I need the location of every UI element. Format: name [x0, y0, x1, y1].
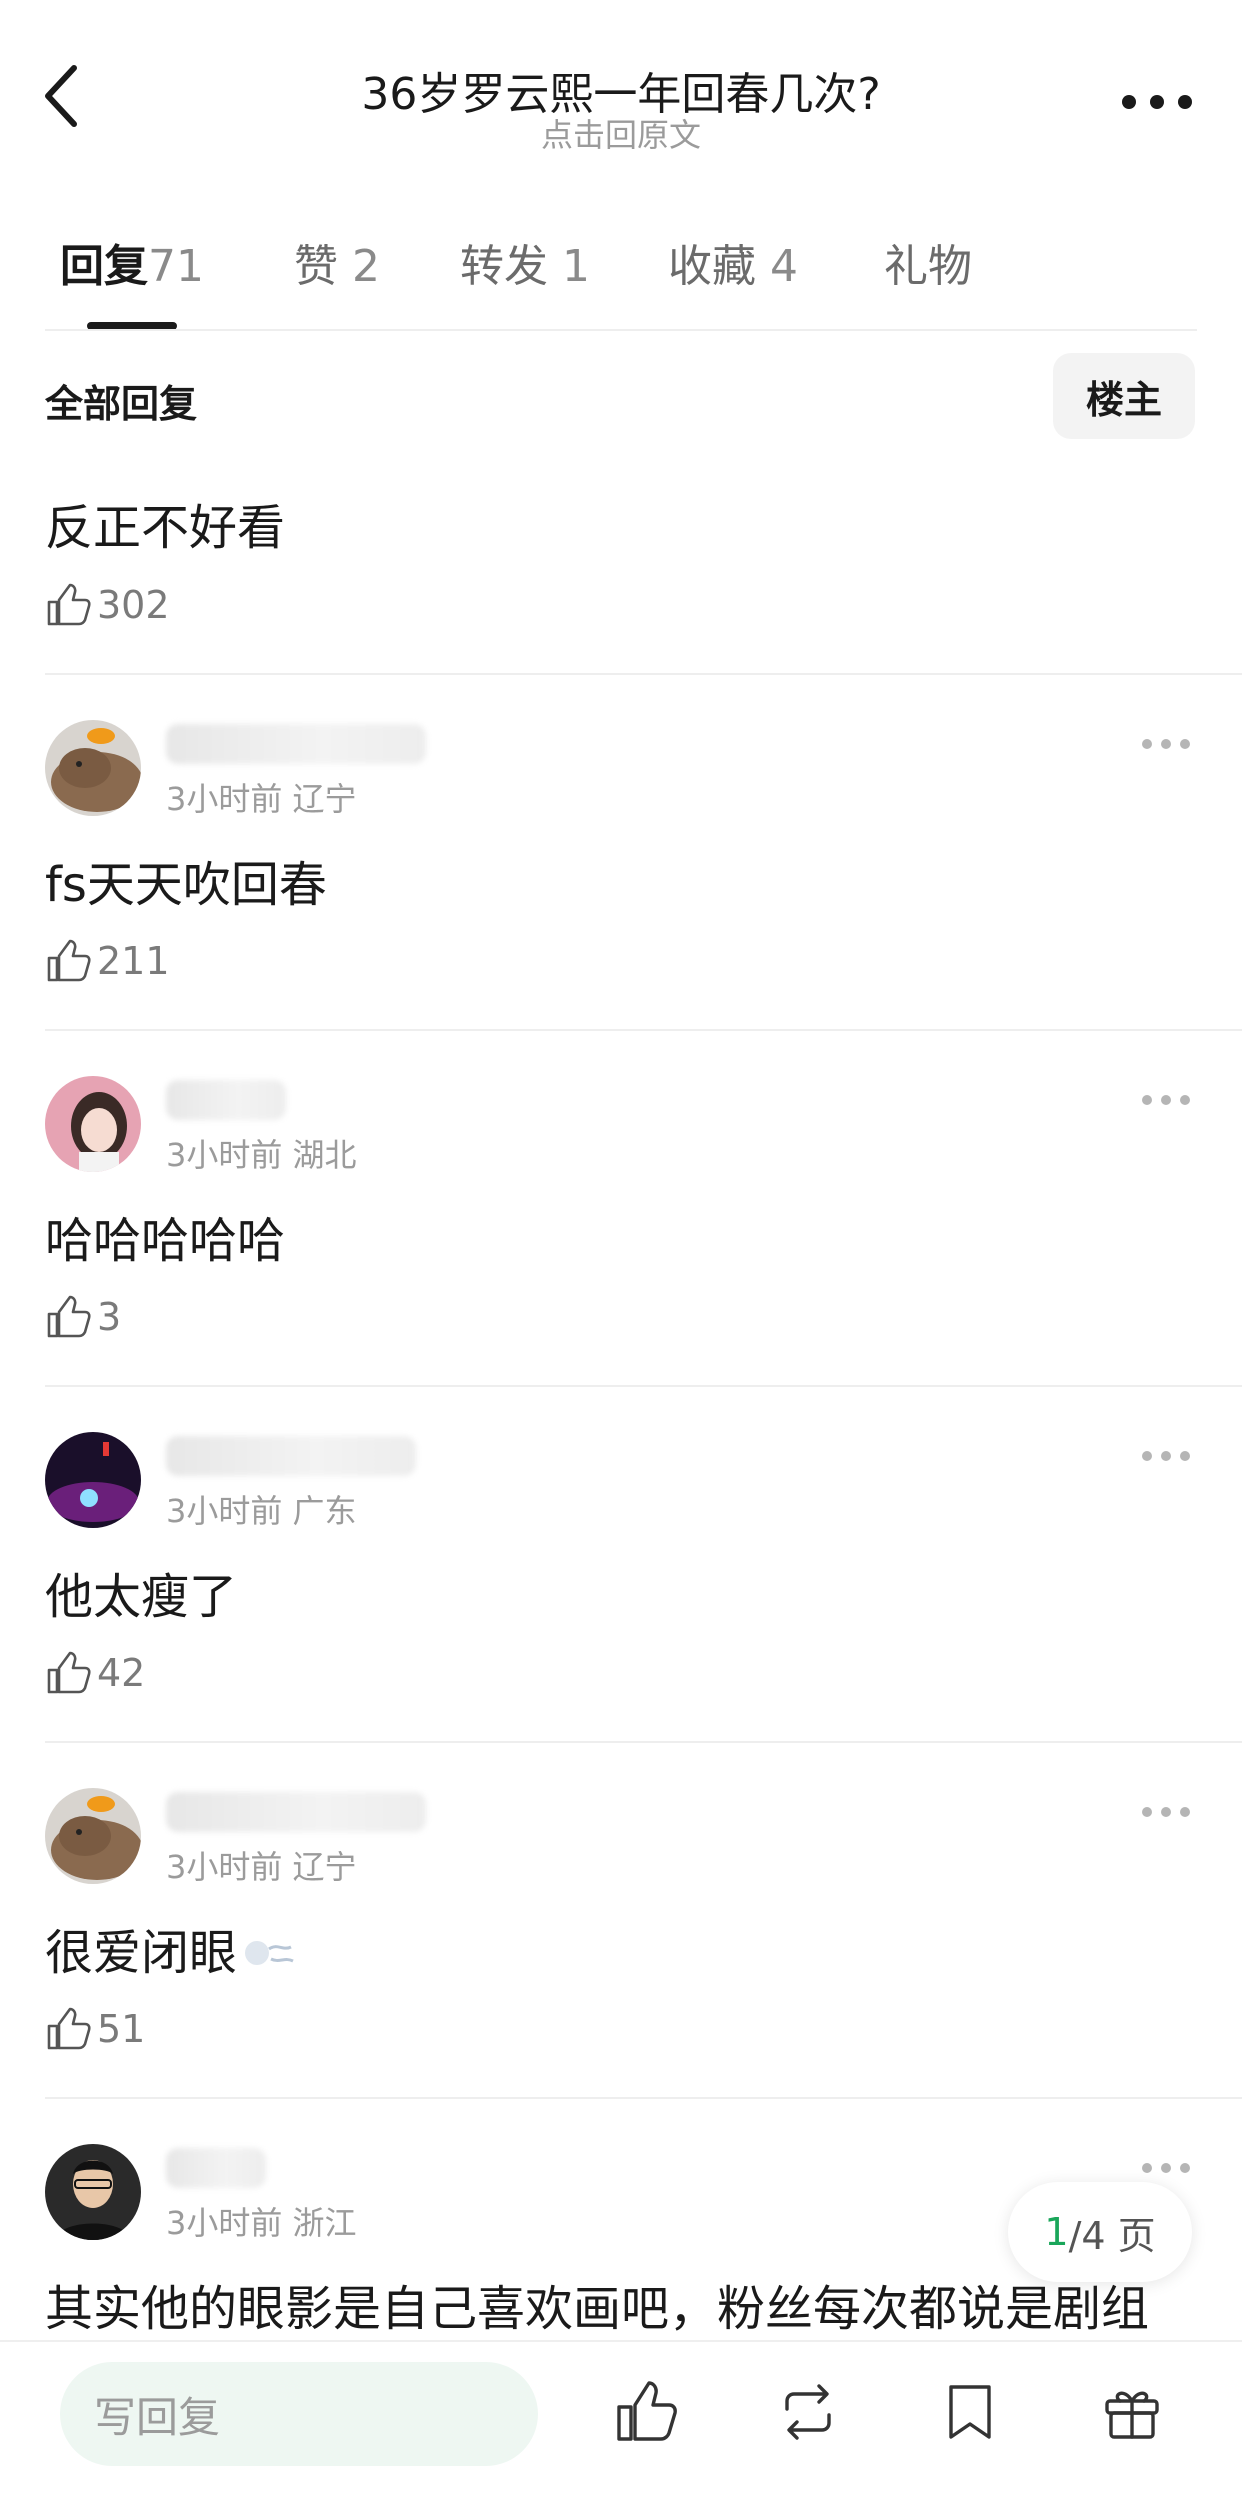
divider — [45, 1741, 1242, 1743]
like-button[interactable]: 51 — [45, 2004, 145, 2054]
dot-icon — [1150, 95, 1164, 109]
comment-more-button[interactable] — [1142, 1450, 1190, 1462]
like-action-button[interactable] — [606, 2372, 686, 2452]
repost-icon — [785, 2384, 831, 2440]
username-blurred[interactable] — [166, 1792, 426, 1832]
tab-likes[interactable]: 赞 2 — [294, 230, 380, 294]
tab-gifts[interactable]: 礼物 — [884, 230, 972, 294]
avatar[interactable] — [45, 1432, 141, 1528]
like-button[interactable]: 42 — [45, 1648, 145, 1698]
comment-text: 反正不好看 — [45, 500, 286, 556]
avatar[interactable] — [45, 720, 141, 816]
comment-text: 哈哈哈哈哈 — [45, 1213, 286, 1269]
tab-reposts[interactable]: 转发 1 — [460, 230, 590, 294]
avatar[interactable] — [45, 2144, 141, 2240]
tab-bar: 回复71 赞 2 转发 1 收藏 4 礼物 — [60, 230, 1200, 330]
comment-meta: 3小时前 辽宁 — [166, 780, 357, 818]
repost-action-button[interactable] — [768, 2372, 848, 2452]
comment-meta: 3小时前 浙江 — [166, 2204, 357, 2242]
username-blurred[interactable] — [166, 1080, 286, 1120]
thumbs-up-icon — [47, 939, 91, 982]
divider — [45, 1029, 1242, 1031]
page-indicator[interactable]: 1/4 页 — [1008, 2182, 1192, 2282]
like-button[interactable]: 302 — [45, 580, 170, 630]
like-count: 42 — [97, 1651, 146, 1695]
like-button[interactable]: 3 — [45, 1292, 121, 1342]
like-count: 51 — [97, 2007, 146, 2051]
tab-favorites[interactable]: 收藏 4 — [668, 230, 798, 294]
gift-icon — [1105, 2391, 1159, 2439]
tab-count: 4 — [770, 241, 798, 292]
username-blurred[interactable] — [166, 724, 426, 764]
current-page: 1 — [1044, 2210, 1069, 2254]
like-count: 211 — [97, 939, 170, 983]
sigh-emoji-icon — [245, 1941, 294, 1965]
divider — [45, 329, 1197, 331]
like-count: 302 — [97, 583, 170, 627]
comment-text: 很爱闭眼 — [45, 1913, 303, 1983]
gift-action-button[interactable] — [1092, 2372, 1172, 2452]
dot-icon — [1122, 95, 1136, 109]
bookmark-icon — [949, 2385, 991, 2439]
divider — [45, 1385, 1242, 1387]
comment-more-button[interactable] — [1142, 738, 1190, 750]
like-count: 3 — [97, 1295, 122, 1339]
bottom-action-bar: 写回复 — [0, 2340, 1242, 2513]
comment-meta: 3小时前 广东 — [166, 1492, 357, 1530]
all-replies-label[interactable]: 全部回复 — [45, 373, 197, 428]
comment-more-button[interactable] — [1142, 1094, 1190, 1106]
avatar[interactable] — [45, 1076, 141, 1172]
like-icon — [617, 2381, 677, 2441]
tab-label: 礼物 — [884, 241, 972, 292]
divider — [45, 2097, 1242, 2099]
nav-header: 36岁罗云熙一年回春几次? 点击回原文 — [0, 0, 1242, 170]
girl-avatar-icon — [45, 1076, 141, 1172]
stage-avatar-icon — [45, 1432, 141, 1528]
man-avatar-icon — [45, 2144, 141, 2240]
tab-count: 1 — [562, 241, 590, 292]
capybara-avatar-icon — [45, 1788, 141, 1884]
comment-meta: 3小时前 辽宁 — [166, 1848, 357, 1886]
username-blurred[interactable] — [166, 1436, 416, 1476]
tab-label: 赞 — [294, 241, 338, 292]
avatar[interactable] — [45, 1788, 141, 1884]
op-only-button[interactable]: 楼主 — [1053, 353, 1195, 439]
tab-label: 回复 — [60, 241, 148, 292]
thumbs-up-icon — [47, 2007, 91, 2050]
more-options-button[interactable] — [1122, 90, 1192, 114]
comment-text: 其实他的眼影是自己喜欢画吧，粉丝每次都说是剧组 — [45, 2281, 1150, 2337]
comment-more-button[interactable] — [1142, 1806, 1190, 1818]
dot-icon — [1178, 95, 1192, 109]
comment-text: 他太瘦了 — [45, 1569, 238, 1625]
total-pages: /4 页 — [1068, 2213, 1156, 2258]
comment-meta: 3小时前 湖北 — [166, 1136, 357, 1174]
tab-count: 71 — [148, 241, 204, 292]
tab-label: 收藏 — [668, 241, 756, 292]
tab-replies[interactable]: 回复71 — [60, 230, 204, 294]
thumbs-up-icon — [47, 1651, 91, 1694]
bookmark-action-button[interactable] — [930, 2372, 1010, 2452]
like-button[interactable]: 211 — [45, 936, 170, 986]
tab-label: 转发 — [460, 241, 548, 292]
divider — [45, 673, 1242, 675]
reply-input[interactable]: 写回复 — [60, 2362, 538, 2466]
thumbs-up-icon — [47, 1295, 91, 1338]
comment-more-button[interactable] — [1142, 2162, 1190, 2174]
view-original-link[interactable]: 点击回原文 — [0, 110, 1242, 156]
comment-text: fs天天吹回春 — [45, 857, 327, 913]
tab-count: 2 — [352, 241, 380, 292]
username-blurred[interactable] — [166, 2148, 266, 2188]
comment-text-body: 很爱闭眼 — [45, 1925, 238, 1981]
capybara-avatar-icon — [45, 720, 141, 816]
thumbs-up-icon — [47, 583, 91, 626]
